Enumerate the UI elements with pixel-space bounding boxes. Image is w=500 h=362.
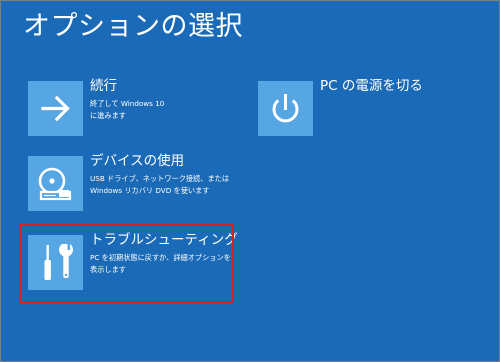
arrow-right-icon [41, 95, 70, 122]
troubleshoot-description: PC を初期状態に戻すか、詳細オプションを 表示します [90, 253, 231, 274]
power-icon [272, 94, 299, 123]
use-device-option[interactable]: デバイスの使用 USB ドライブ、ネットワーク接続、または Windows リカ… [28, 153, 229, 212]
use-device-icon-box [28, 156, 83, 211]
power-off-option[interactable]: PC の電源を切る [258, 78, 458, 137]
continue-icon-box [28, 81, 83, 136]
continue-title: 続行 [90, 78, 117, 94]
use-device-title: デバイスの使用 [90, 153, 185, 169]
disc-drive-icon [38, 167, 72, 201]
continue-description: 終了して Windows 10 に進みます [90, 99, 165, 120]
tools-icon [44, 244, 73, 280]
continue-option[interactable]: 続行 終了して Windows 10 に進みます [28, 78, 228, 137]
use-device-description: USB ドライブ、ネットワーク接続、または Windows リカバリ DVD を… [90, 174, 230, 195]
troubleshoot-icon-box [28, 235, 83, 290]
power-off-icon-box [258, 81, 313, 136]
screen-frame: オプションの選択 続行 終了して Windows 10 に進みます デバイスの使… [0, 0, 500, 362]
power-off-title: PC の電源を切る [320, 78, 423, 94]
troubleshoot-title: トラブルシューティング [90, 232, 238, 248]
page-title: オプションの選択 [23, 11, 243, 42]
troubleshoot-option[interactable]: トラブルシューティング PC を初期状態に戻すか、詳細オプションを 表示します [28, 232, 238, 291]
